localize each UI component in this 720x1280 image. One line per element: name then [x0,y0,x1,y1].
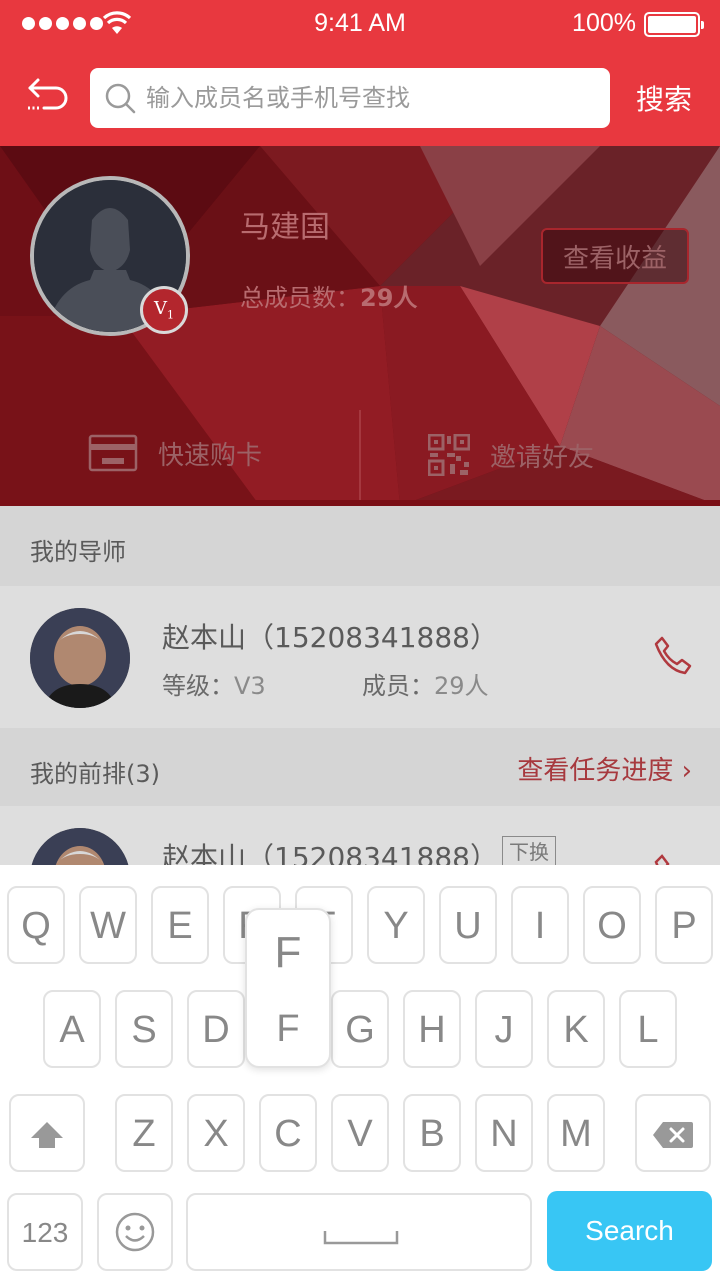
key-o[interactable]: O [583,886,641,964]
front-section-title: 我的前排(3) [30,760,160,788]
key-s[interactable]: S [115,990,173,1068]
key-i[interactable]: I [511,886,569,964]
key-e[interactable]: E [151,886,209,964]
search-icon [105,83,136,114]
phone-icon[interactable] [652,852,694,866]
key-b[interactable]: B [403,1094,461,1172]
key-n[interactable]: N [475,1094,533,1172]
front-section-header: 我的前排(3) 查看任务进度 › [0,728,720,806]
search-button[interactable]: 搜索 [636,78,692,118]
key-h[interactable]: H [403,990,461,1068]
key-a[interactable]: A [43,990,101,1068]
emoji-key[interactable] [97,1193,173,1271]
key-j[interactable]: J [475,990,533,1068]
mentor-section-header: 我的导师 [0,506,720,586]
shift-icon [31,1122,63,1148]
key-c[interactable]: C [259,1094,317,1172]
key-w[interactable]: W [79,886,137,964]
battery-percent: 100% [572,9,636,37]
phone-icon[interactable] [652,634,694,676]
keyboard-search-key[interactable]: Search [547,1191,712,1271]
search-box[interactable] [90,68,610,128]
key-k[interactable]: K [547,990,605,1068]
space-key[interactable] [186,1193,532,1271]
profile-name: 马建国 [240,210,330,245]
battery-icon [644,12,704,37]
buy-card-label: 快速购卡 [158,440,263,471]
swap-tag[interactable]: 下换 [502,836,556,866]
card-icon [88,434,138,472]
key-m[interactable]: M [547,1094,605,1172]
backspace-icon [653,1122,693,1148]
view-earnings-button[interactable]: 查看收益 [541,228,689,284]
list-item[interactable]: 赵本山（15208341888） 下换 [0,806,720,866]
key-v[interactable]: V [331,1094,389,1172]
key-u[interactable]: U [439,886,497,964]
emoji-icon [115,1212,155,1252]
key-l[interactable]: L [619,990,677,1068]
member-level: 等级：V3 [162,672,266,700]
key-q[interactable]: Q [7,886,65,964]
member-name: 赵本山（15208341888） [162,621,498,654]
mentor-section-title: 我的导师 [30,538,126,566]
buy-card-button[interactable]: 快速购卡 [88,434,262,472]
view-task-progress-link[interactable]: 查看任务进度 › [517,750,692,787]
key-popup-f: F F [245,908,331,1068]
back-icon[interactable] [24,74,74,118]
space-icon [323,1231,399,1245]
qr-code-icon [428,434,470,476]
member-name: 赵本山（15208341888） [162,841,498,866]
invite-friends-button[interactable]: 邀请好友 [428,434,594,476]
status-bar: 9:41 AM 100% [0,0,720,48]
profile-hero: V1 马建国 总成员数：29人 查看收益 快速购卡 邀请好友 [0,146,720,506]
shift-key[interactable] [9,1094,85,1172]
key-g[interactable]: G [331,990,389,1068]
member-avatar [30,828,130,866]
backspace-key[interactable] [635,1094,711,1172]
numbers-key[interactable]: 123 [7,1193,83,1271]
key-x[interactable]: X [187,1094,245,1172]
top-bar: 9:41 AM 100% 搜索 [0,0,720,146]
list-item[interactable]: 赵本山（15208341888） 等级：V3 成员：29人 [0,586,720,728]
invite-label: 邀请好友 [490,442,595,473]
key-y[interactable]: Y [367,886,425,964]
hero-divider [359,410,361,506]
total-members: 总成员数：29人 [240,284,418,312]
key-p[interactable]: P [655,886,713,964]
key-z[interactable]: Z [115,1094,173,1172]
level-badge: V1 [140,286,188,334]
member-avatar [30,608,130,708]
key-d[interactable]: D [187,990,245,1068]
member-count: 成员：29人 [362,672,489,700]
search-input[interactable] [146,76,596,120]
